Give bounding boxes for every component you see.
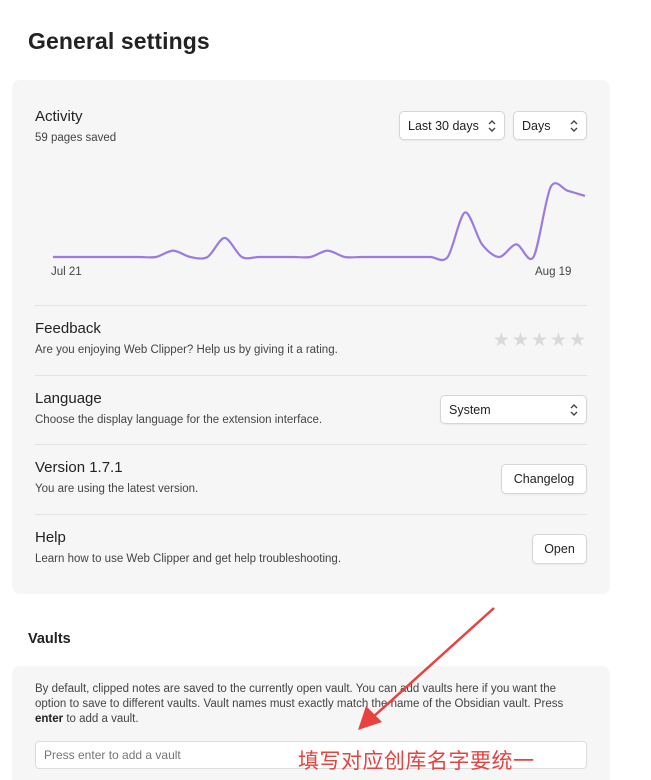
language-select[interactable]: System: [440, 395, 587, 424]
language-select-value: System: [449, 402, 491, 417]
star-icon[interactable]: ★: [569, 331, 586, 350]
page-title: General settings: [28, 28, 210, 54]
help-title: Help: [35, 529, 66, 546]
x-tick-label-end: Aug 19: [535, 266, 572, 278]
chevron-updown-icon: [570, 404, 578, 416]
help-desc: Learn how to use Web Clipper and get hel…: [35, 553, 342, 565]
annotation-text: 填写对应创库名字要统一: [298, 749, 535, 773]
feedback-desc: Are you enjoying Web Clipper? Help us by…: [35, 344, 338, 356]
vaults-description: By default, clipped notes are saved to t…: [35, 682, 587, 727]
vaults-desc-key: enter: [35, 713, 64, 725]
vaults-section-title: Vaults: [28, 631, 71, 647]
vaults-desc-text: By default, clipped notes are saved to t…: [35, 683, 564, 710]
activity-chart: [42, 175, 597, 285]
activity-range-select[interactable]: Last 30 days: [399, 111, 505, 140]
divider: [35, 444, 587, 445]
activity-chart-svg: [52, 182, 586, 262]
changelog-button[interactable]: Changelog: [501, 464, 587, 494]
activity-range-value: Last 30 days: [408, 118, 479, 133]
general-settings-card: Activity 59 pages saved Last 30 days Day…: [12, 80, 610, 594]
chevron-updown-icon: [570, 120, 578, 132]
version-desc: You are using the latest version.: [35, 483, 199, 495]
divider: [35, 514, 587, 515]
activity-subtitle: 59 pages saved: [35, 132, 117, 144]
divider: [35, 305, 587, 306]
version-title: Version 1.7.1: [35, 459, 123, 476]
activity-title: Activity: [35, 108, 83, 125]
language-title: Language: [35, 390, 102, 407]
x-tick-label-start: Jul 21: [51, 266, 82, 278]
activity-unit-value: Days: [522, 118, 551, 133]
star-icon[interactable]: ★: [531, 331, 548, 350]
activity-unit-select[interactable]: Days: [513, 111, 587, 140]
chevron-updown-icon: [488, 120, 496, 132]
divider: [35, 375, 587, 376]
star-icon[interactable]: ★: [550, 331, 567, 350]
star-icon[interactable]: ★: [512, 331, 529, 350]
feedback-title: Feedback: [35, 320, 101, 337]
star-icon[interactable]: ★: [493, 331, 510, 350]
language-desc: Choose the display language for the exte…: [35, 414, 323, 426]
rating-stars: ★ ★ ★ ★ ★: [493, 331, 586, 350]
help-open-button[interactable]: Open: [532, 534, 587, 564]
vaults-desc-text-end: to add a vault.: [63, 713, 139, 725]
activity-series-line: [53, 182, 586, 262]
